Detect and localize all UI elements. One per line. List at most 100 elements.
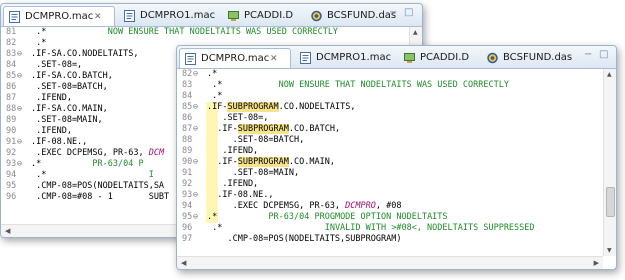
tab-label: BCSFUND.das xyxy=(327,10,397,21)
scrollbar-thumb[interactable] xyxy=(606,187,615,217)
tab-dcmpro-mac[interactable]: DCMPRO.mac ✕ xyxy=(179,48,291,68)
code-text: .* xyxy=(207,69,217,80)
horizontal-scrollbar[interactable]: ◀ ▶ xyxy=(177,256,603,269)
code-text: .* PR-63/04 PROGMODE OPTION NODELTAITS xyxy=(207,212,448,223)
code-segment: .IFEND, xyxy=(207,179,259,189)
code-segment: .SET-08=, xyxy=(31,60,83,70)
vertical-scrollbar[interactable]: ▲ ▼ xyxy=(603,69,616,256)
keyword-highlight: SUBPROGRAM xyxy=(237,124,289,134)
comment-text: NOW ENSURE THAT NODELTAITS WAS USED CORR… xyxy=(46,27,339,37)
minimize-button[interactable]: − xyxy=(584,48,592,62)
code-text: .IF-08.NE., xyxy=(31,137,87,148)
code-text: .* xyxy=(207,91,222,102)
line-number: 97 xyxy=(182,234,193,244)
fold-toggle-icon[interactable]: ⊖ xyxy=(193,124,198,135)
code-text: .* PR-63/04 P xyxy=(31,159,144,170)
code-editor[interactable]: 82 ⊖ .* 83 .* NOW ENSURE THAT NODELTAITS WA… xyxy=(177,69,603,256)
code-segment: .* xyxy=(207,212,218,222)
symbol-text: DCMPRO xyxy=(345,201,376,211)
fold-toggle-icon[interactable]: ⊖ xyxy=(17,104,22,115)
tab-bar: DCMPRO.mac ✕ DCMPRO1.mac PCADDI.D BCSFUN… xyxy=(1,4,422,27)
code-line: 83 .* NOW ENSURE THAT NODELTAITS WAS USE… xyxy=(177,80,603,91)
line-number: 83 xyxy=(182,80,193,90)
code-text: .IF-SUBPROGRAM.CO.NODELTAITS, xyxy=(207,102,355,113)
code-text: .SET-08=BATCH, xyxy=(31,82,108,93)
fold-toggle-icon[interactable]: ⊖ xyxy=(193,69,198,80)
code-segment: .IF- xyxy=(207,124,238,134)
code-segment: .EXEC DCPEMSG, PR-63, xyxy=(207,201,346,211)
fold-toggle-icon[interactable]: ⊖ xyxy=(17,137,22,148)
tab-dcmpro1-mac[interactable]: DCMPRO1.mac xyxy=(295,48,391,68)
code-segment: .IF-SA.CO.BATCH, xyxy=(31,71,113,81)
tab-bcsfund-das[interactable]: BCSFUND.das xyxy=(482,48,574,68)
code-text: .IF-SUBPROGRAM.CO.MAIN, xyxy=(207,157,335,168)
minimize-button[interactable]: − xyxy=(389,6,397,20)
code-text: .IFEND, xyxy=(31,126,72,137)
line-number: 82 xyxy=(6,38,17,48)
tab-bcsfund-das[interactable]: BCSFUND.das xyxy=(306,6,396,26)
line-number: 93 xyxy=(6,159,17,169)
fold-toggle-icon[interactable]: ⊖ xyxy=(17,49,22,60)
fold-toggle-icon[interactable]: ⊖ xyxy=(193,190,198,201)
line-number: 85 xyxy=(6,71,17,81)
text-file-icon xyxy=(185,53,196,65)
code-text: .EXEC DCPEMSG, PR-63, DCMPRO, #08 xyxy=(207,201,402,212)
code-segment: .CMP-08=POS(NODELTAITS,SA xyxy=(31,181,165,191)
comment-text: PR-63/04 PROGMODE OPTION NODELTAITS xyxy=(217,212,448,222)
fold-toggle-icon[interactable]: ⊖ xyxy=(193,212,198,223)
code-text: .IFEND, xyxy=(31,93,72,104)
code-segment: .IF-SA.CO.MAIN, xyxy=(31,104,108,114)
fold-toggle-icon[interactable]: ⊖ xyxy=(193,157,198,168)
code-text: .EXEC DCPEMSG, PR-63, DCM xyxy=(31,148,164,159)
code-text: .* xyxy=(31,38,46,49)
keyword-highlight: SUBPROGRAM xyxy=(237,157,289,167)
fold-toggle-icon[interactable]: ⊖ xyxy=(17,159,22,170)
code-line: 85 ⊖ .IF-SUBPROGRAM.CO.NODELTAITS, xyxy=(177,102,603,113)
code-text: .* NOW ENSURE THAT NODELTAITS WAS USED C… xyxy=(207,80,509,91)
code-segment: .IF-SA.CO.NODELTAITS, xyxy=(31,49,139,59)
scroll-up-icon[interactable]: ▲ xyxy=(413,29,418,36)
code-segment: .* xyxy=(31,38,47,48)
line-number: 87 xyxy=(6,93,17,103)
gear-file-icon xyxy=(311,10,322,22)
code-text: .CMP-08=POS(NODELTAITS,SA xyxy=(31,181,164,192)
maximize-button[interactable]: □ xyxy=(404,6,413,20)
scroll-left-icon[interactable]: ◀ xyxy=(5,227,10,235)
line-number: 93 xyxy=(182,190,193,200)
close-icon[interactable]: ✕ xyxy=(94,7,102,27)
scroll-left-icon[interactable]: ◀ xyxy=(181,259,186,267)
code-text: .SET-08=, xyxy=(207,113,268,124)
line-number: 91 xyxy=(6,137,17,147)
tab-pcaddi-d[interactable]: PCADDI.D xyxy=(399,48,479,68)
comment-text: INVALID WITH >#08<, NODELTAITS SUPPRESSE… xyxy=(222,223,535,233)
keyword-highlight: SUBPROGRAM xyxy=(227,102,279,112)
code-text: .IF-SA.CO.MAIN, xyxy=(31,104,108,115)
code-text: .IFEND, xyxy=(207,179,258,190)
scroll-down-icon[interactable]: ▼ xyxy=(607,247,612,254)
fold-toggle-icon[interactable]: ⊖ xyxy=(17,71,22,82)
close-icon[interactable]: ✕ xyxy=(270,49,278,69)
code-segment: .CMP-08=#08 - 1 SUBT xyxy=(31,192,170,202)
line-number: 82 xyxy=(182,69,193,79)
scroll-right-icon[interactable]: ▶ xyxy=(594,259,599,267)
line-number: 81 xyxy=(6,27,17,37)
tab-pcaddi-d[interactable]: PCADDI.D xyxy=(223,6,303,26)
line-number: 95 xyxy=(182,212,193,222)
code-segment: .SET-08=MAIN, xyxy=(31,115,103,125)
code-text: .* INVALID WITH >#08<, NODELTAITS SUPPRE… xyxy=(207,223,535,234)
code-segment: .IFEND, xyxy=(207,146,259,156)
code-text: .IFEND, xyxy=(207,146,258,157)
text-file-icon xyxy=(300,52,311,64)
maximize-button[interactable]: □ xyxy=(599,48,608,62)
code-segment: .CMP-08=POS(NODELTAITS,SUBPROGRAM) xyxy=(207,234,402,244)
line-number: 85 xyxy=(182,102,193,112)
tab-label: PCADDI.D xyxy=(420,52,470,63)
line-number: 84 xyxy=(6,60,17,70)
text-file-icon xyxy=(124,10,135,22)
fold-toggle-icon[interactable]: ⊖ xyxy=(193,102,198,113)
line-number: 89 xyxy=(182,146,193,156)
gear-file-icon xyxy=(487,52,498,64)
scroll-up-icon[interactable]: ▲ xyxy=(607,71,612,78)
tab-dcmpro1-mac[interactable]: DCMPRO1.mac xyxy=(119,6,215,26)
tab-dcmpro-mac[interactable]: DCMPRO.mac ✕ xyxy=(3,6,115,26)
